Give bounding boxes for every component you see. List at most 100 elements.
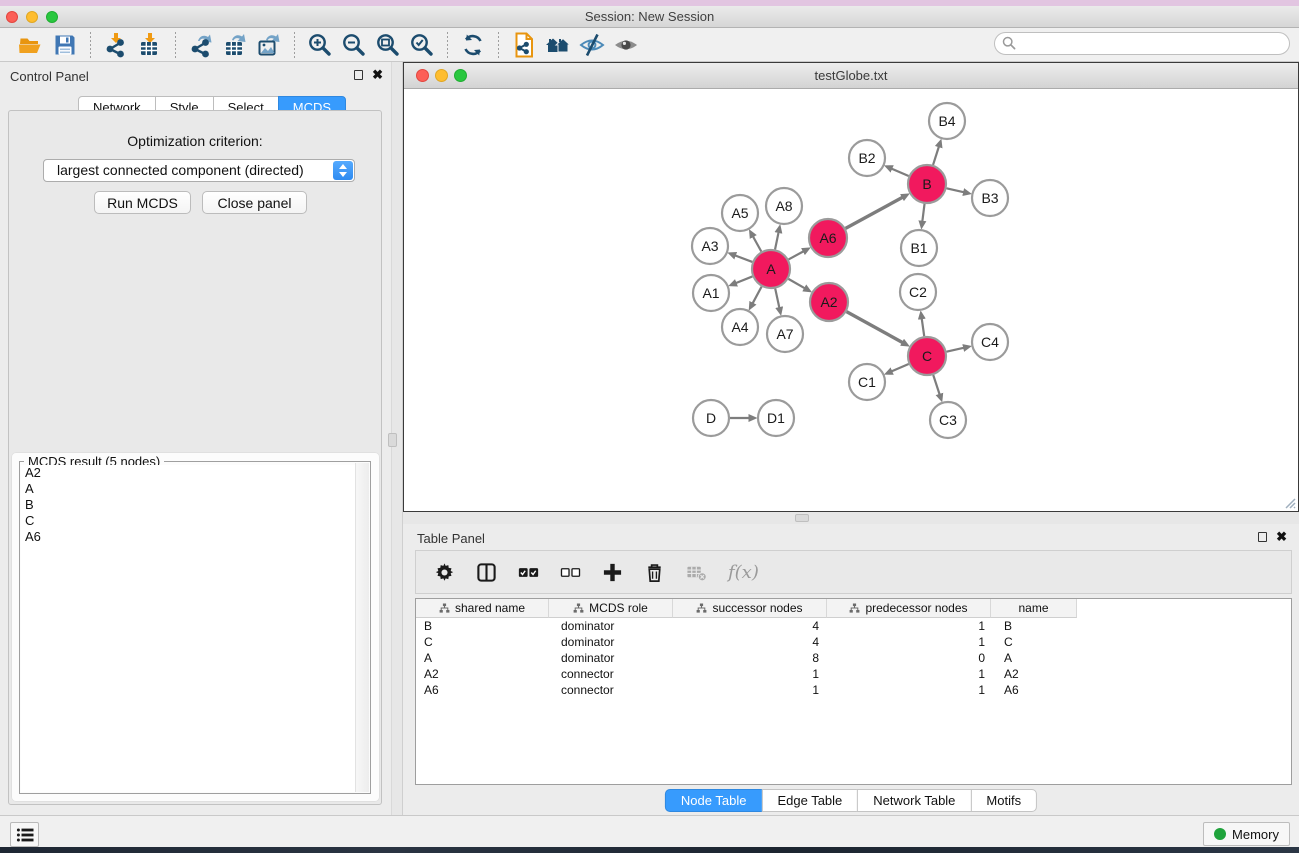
zoom-out-button[interactable]	[337, 30, 371, 60]
edge-B-B2[interactable]	[892, 169, 909, 176]
home-button[interactable]	[541, 30, 575, 60]
node-B4[interactable]: B4	[929, 103, 965, 139]
graph-nodes[interactable]: B4B2BB3B1A5A8A6A3AA1A2A4A7C2CC4C1C3DD1	[692, 103, 1008, 438]
function-builder-button[interactable]: f(x)	[728, 562, 759, 583]
import-network-button[interactable]	[99, 30, 133, 60]
result-list-item[interactable]: A	[21, 481, 355, 497]
node-C[interactable]: C	[908, 337, 946, 375]
node-D1[interactable]: D1	[758, 400, 794, 436]
close-panel-icon[interactable]: ✖	[372, 69, 383, 81]
table-close-panel-icon[interactable]: ✖	[1276, 531, 1287, 543]
node-A8[interactable]: A8	[766, 188, 802, 224]
node-C1[interactable]: C1	[849, 364, 885, 400]
task-history-button[interactable]	[10, 822, 39, 847]
tab-node-table[interactable]: Node Table	[665, 789, 763, 812]
node-A[interactable]: A	[752, 250, 790, 288]
zoom-selected-button[interactable]	[405, 30, 439, 60]
export-network-button[interactable]	[184, 30, 218, 60]
result-list-item[interactable]: B	[21, 497, 355, 513]
add-column-button[interactable]	[602, 562, 623, 583]
close-panel-button[interactable]: Close panel	[202, 191, 307, 214]
node-A2[interactable]: A2	[810, 283, 848, 321]
column-header-name[interactable]: name	[991, 599, 1077, 618]
zoom-fit-button[interactable]	[371, 30, 405, 60]
node-B2[interactable]: B2	[849, 140, 885, 176]
import-table-button[interactable]	[133, 30, 167, 60]
delete-column-button[interactable]	[644, 562, 665, 583]
node-A5[interactable]: A5	[722, 195, 758, 231]
node-table[interactable]: shared nameMCDS rolesuccessor nodesprede…	[415, 598, 1292, 785]
network-canvas[interactable]: B4B2BB3B1A5A8A6A3AA1A2A4A7C2CC4C1C3DD1	[404, 89, 1298, 511]
save-session-button[interactable]	[48, 30, 82, 60]
table-row[interactable]: A2connector11A2	[416, 666, 1291, 682]
tab-network-table[interactable]: Network Table	[857, 789, 971, 812]
edge-B-B1[interactable]	[922, 204, 924, 221]
export-image-button[interactable]	[252, 30, 286, 60]
result-list-item[interactable]: A6	[21, 529, 355, 545]
edge-B-B3[interactable]	[947, 188, 964, 192]
edge-A-A4[interactable]	[753, 287, 762, 304]
canvas-resize-handle-icon[interactable]	[1286, 499, 1295, 508]
show-all-button[interactable]	[609, 30, 643, 60]
column-header-shared-name[interactable]: shared name	[416, 599, 549, 618]
optimization-criterion-dropdown[interactable]: largest connected component (directed)	[43, 159, 355, 182]
result-list-scrollbar[interactable]	[355, 463, 369, 792]
select-all-button[interactable]	[518, 562, 539, 583]
open-network-file-button[interactable]	[507, 30, 541, 60]
result-list-item[interactable]: C	[21, 513, 355, 529]
edge-C-C1[interactable]	[892, 364, 909, 371]
node-C4[interactable]: C4	[972, 324, 1008, 360]
node-B1[interactable]: B1	[901, 230, 937, 266]
horizontal-splitter-handle[interactable]	[795, 514, 809, 522]
deselect-all-button[interactable]	[560, 562, 581, 583]
node-A6[interactable]: A6	[809, 219, 847, 257]
node-B[interactable]: B	[908, 165, 946, 203]
edge-A2-C[interactable]	[847, 312, 903, 343]
edge-B-B4[interactable]	[933, 147, 939, 165]
result-list-item[interactable]: A2	[21, 465, 355, 481]
edge-A-A3[interactable]	[735, 256, 752, 262]
vertical-splitter-handle[interactable]	[388, 433, 397, 447]
float-panel-icon[interactable]	[354, 70, 363, 80]
node-A4[interactable]: A4	[722, 309, 758, 345]
tab-motifs[interactable]: Motifs	[970, 789, 1037, 812]
tab-edge-table[interactable]: Edge Table	[761, 789, 858, 812]
edge-A-A6[interactable]	[789, 251, 804, 259]
edge-C-C3[interactable]	[933, 375, 939, 394]
table-row[interactable]: Bdominator41B	[416, 618, 1291, 634]
edge-A-A2[interactable]	[788, 279, 804, 288]
table-float-panel-icon[interactable]	[1258, 532, 1267, 542]
search-input[interactable]	[994, 32, 1290, 55]
edge-C-C2[interactable]	[922, 319, 924, 336]
table-settings-button[interactable]	[434, 562, 455, 583]
node-A7[interactable]: A7	[767, 316, 803, 352]
column-visibility-button[interactable]	[476, 562, 497, 583]
memory-button[interactable]: Memory	[1203, 822, 1290, 846]
hide-selected-button[interactable]	[575, 30, 609, 60]
table-row[interactable]: Cdominator41C	[416, 634, 1291, 650]
edge-A6-B[interactable]	[846, 197, 903, 228]
network-window-titlebar[interactable]: testGlobe.txt	[404, 63, 1298, 89]
refresh-button[interactable]	[456, 30, 490, 60]
column-header-predecessor-nodes[interactable]: predecessor nodes	[827, 599, 991, 618]
dropdown-stepper-icon[interactable]	[333, 161, 353, 180]
export-table-button[interactable]	[218, 30, 252, 60]
node-C2[interactable]: C2	[900, 274, 936, 310]
node-C3[interactable]: C3	[930, 402, 966, 438]
column-header-successor-nodes[interactable]: successor nodes	[673, 599, 827, 618]
edge-A-A5[interactable]	[753, 237, 761, 252]
horizontal-splitter[interactable]	[403, 512, 1299, 524]
vertical-splitter[interactable]	[391, 62, 403, 815]
edge-A-A1[interactable]	[736, 276, 752, 283]
node-A3[interactable]: A3	[692, 228, 728, 264]
edge-C-C4[interactable]	[947, 348, 964, 352]
edge-A-A8[interactable]	[775, 232, 779, 249]
node-B3[interactable]: B3	[972, 180, 1008, 216]
node-D[interactable]: D	[693, 400, 729, 436]
open-session-button[interactable]	[14, 30, 48, 60]
table-row[interactable]: A6connector11A6	[416, 682, 1291, 698]
run-mcds-button[interactable]: Run MCDS	[94, 191, 191, 214]
edge-A-A7[interactable]	[775, 289, 779, 308]
table-row[interactable]: Adominator80A	[416, 650, 1291, 666]
zoom-in-button[interactable]	[303, 30, 337, 60]
